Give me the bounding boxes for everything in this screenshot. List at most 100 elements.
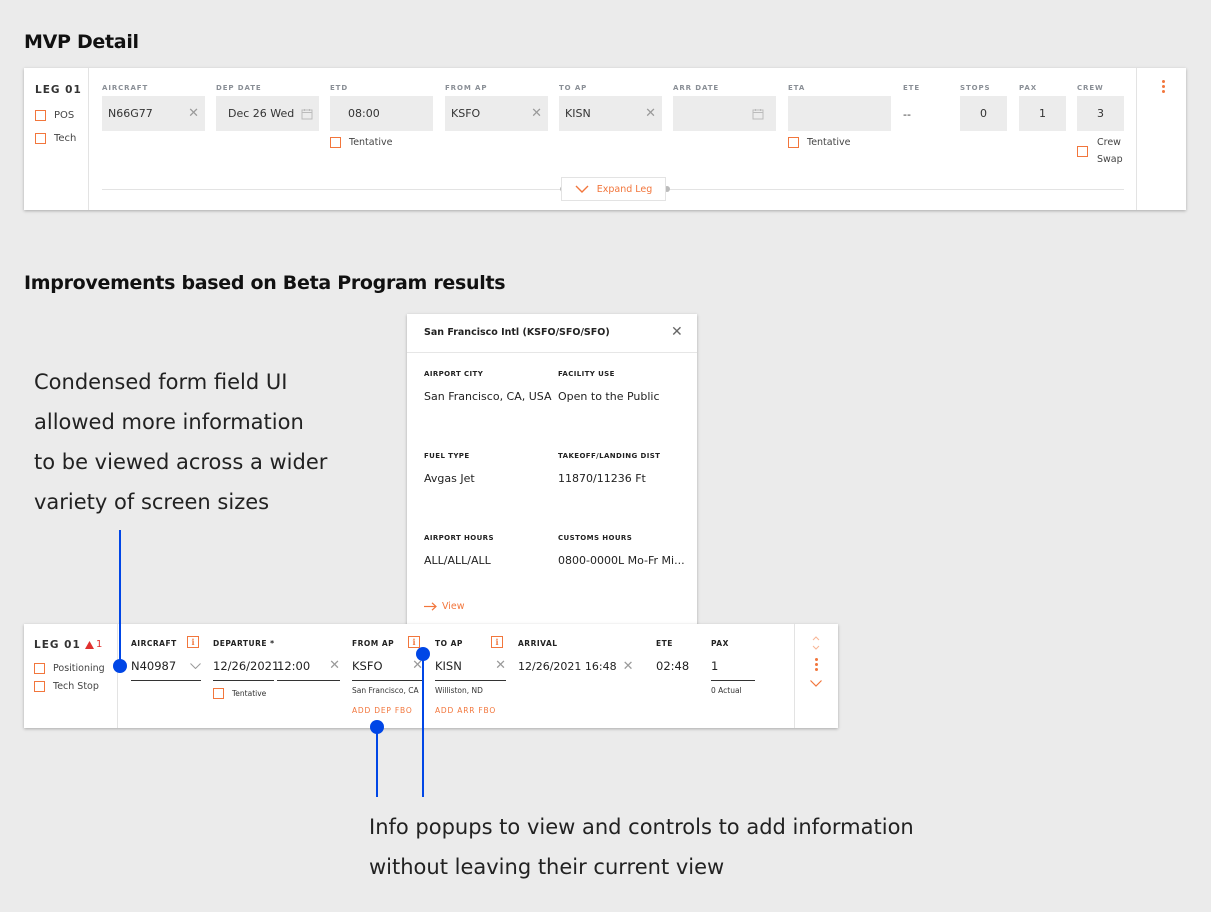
chevron-down-icon[interactable] (810, 680, 822, 687)
arrival-field[interactable]: 12/26/2021 16:48 ✕ (518, 651, 634, 681)
aircraft-info-icon[interactable]: i (187, 636, 199, 648)
popup-divider (407, 352, 697, 353)
clear-to-ap-icon[interactable]: ✕ (645, 106, 656, 121)
etd-label: ETD (330, 84, 349, 92)
from-ap-field[interactable]: KSFO ✕ (352, 651, 423, 681)
close-icon[interactable]: ✕ (671, 324, 683, 340)
etd-value: 08:00 (348, 107, 380, 120)
pax-value: 1 (711, 658, 719, 673)
popup-title: San Francisco Intl (KSFO/SFO/SFO) (424, 327, 610, 338)
to-ap-field[interactable]: KISN ✕ (559, 96, 662, 131)
leg-sidebar: LEG 01 1 Positioning Tech Stop (24, 624, 118, 728)
clear-from-ap-icon[interactable]: ✕ (531, 106, 542, 121)
popup-field-label: AIRPORT HOURS (424, 534, 494, 542)
dep-date-field[interactable]: Dec 26 Wed (216, 96, 319, 131)
dep-tentative-row[interactable]: Tentative (213, 688, 266, 699)
popup-field-value: 11870/11236 Ft (558, 472, 646, 485)
pax-field[interactable]: 1 (1019, 96, 1066, 131)
annotation-pointer-line (119, 530, 121, 666)
popup-field-label: FUEL TYPE (424, 452, 470, 460)
pax-label: PAX (1019, 84, 1038, 92)
clear-to-ap-icon[interactable]: ✕ (495, 658, 506, 673)
to-ap-value: KISN (435, 658, 462, 673)
positioning-checkbox-row[interactable]: Positioning (34, 663, 105, 674)
dep-tentative-checkbox[interactable] (213, 688, 224, 699)
aircraft-field[interactable]: N66G77 ✕ (102, 96, 205, 131)
eta-label: ETA (788, 84, 806, 92)
annotation-pointer-dot (113, 659, 127, 673)
popup-field-value: 0800-0000L Mo-Fr Mi... (558, 554, 685, 567)
aircraft-select[interactable]: N40987 (131, 651, 201, 681)
clear-departure-icon[interactable]: ✕ (329, 658, 340, 673)
warning-count: 1 (96, 639, 103, 650)
annotation-pointer-line (376, 727, 378, 797)
kebab-menu-icon[interactable] (815, 658, 818, 671)
calendar-icon[interactable] (752, 108, 764, 120)
ete-value: 02:48 (656, 659, 690, 673)
popup-field-label: CUSTOMS HOURS (558, 534, 633, 542)
warning-badge[interactable]: 1 (85, 639, 102, 650)
popup-field-value: Avgas Jet (424, 472, 475, 485)
kebab-menu-icon[interactable] (1162, 80, 1165, 93)
tech-checkbox[interactable] (35, 133, 46, 144)
eta-field[interactable] (788, 96, 891, 131)
tech-stop-checkbox-row[interactable]: Tech Stop (34, 681, 99, 692)
eta-tentative-row[interactable]: Tentative (788, 137, 850, 148)
crew-swap-label-2: Swap (1097, 154, 1123, 165)
popup-field-value: ALL/ALL/ALL (424, 554, 491, 567)
annotation-left-line: to be viewed across a wider (34, 450, 328, 474)
etd-tentative-label: Tentative (349, 137, 393, 148)
leg-title: LEG 01 (35, 84, 82, 96)
tech-stop-checkbox[interactable] (34, 681, 45, 692)
tech-checkbox-row[interactable]: Tech (35, 133, 76, 144)
reorder-arrows-icon[interactable] (812, 636, 820, 650)
etd-field[interactable]: 08:00 (330, 96, 433, 131)
departure-label: DEPARTURE * (213, 639, 275, 648)
crew-field[interactable]: 3 (1077, 96, 1124, 131)
mvp-leg-card: LEG 01 POS Tech AIRCRAFT DEP DATE ETD FR… (24, 68, 1186, 210)
tech-label: Tech (54, 133, 77, 144)
popup-view-link[interactable]: View (424, 601, 465, 612)
crew-swap-checkbox[interactable] (1077, 146, 1088, 157)
popup-field-label: FACILITY USE (558, 370, 615, 378)
expand-leg-button[interactable]: Expand Leg (561, 177, 666, 201)
clear-aircraft-icon[interactable]: ✕ (188, 106, 199, 121)
from-ap-info-icon[interactable]: i (408, 636, 420, 648)
section-title-improvements: Improvements based on Beta Program resul… (24, 272, 506, 294)
ete-label: ETE (903, 84, 921, 92)
crew-label: CREW (1077, 84, 1104, 92)
positioning-checkbox[interactable] (34, 663, 45, 674)
clear-arrival-icon[interactable]: ✕ (623, 659, 634, 674)
to-ap-info-icon[interactable]: i (491, 636, 503, 648)
pos-checkbox[interactable] (35, 110, 46, 121)
add-dep-fbo-link[interactable]: ADD DEP FBO (352, 706, 413, 715)
dep-date-label: DEP DATE (216, 84, 262, 92)
aircraft-label: AIRCRAFT (102, 84, 149, 92)
etd-tentative-checkbox[interactable] (330, 137, 341, 148)
popup-field-value: San Francisco, CA, USA (424, 390, 552, 403)
from-ap-field[interactable]: KSFO ✕ (445, 96, 548, 131)
pax-field[interactable]: 1 (711, 651, 755, 681)
stops-label: STOPS (960, 84, 991, 92)
aircraft-value: N66G77 (108, 107, 153, 120)
departure-time-field[interactable]: 12:00 ✕ (277, 651, 340, 681)
arr-date-field[interactable] (673, 96, 776, 131)
etd-tentative-row[interactable]: Tentative (330, 137, 392, 148)
from-ap-label: FROM AP (352, 639, 395, 648)
pos-checkbox-row[interactable]: POS (35, 110, 74, 121)
annotation-pointer-line (422, 654, 424, 797)
dep-date-value: 12/26/2021 (213, 658, 280, 673)
calendar-icon[interactable] (301, 108, 313, 120)
stops-field[interactable]: 0 (960, 96, 1007, 131)
aircraft-label: AIRCRAFT (131, 639, 177, 648)
eta-tentative-label: Tentative (807, 137, 851, 148)
to-ap-value: KISN (565, 107, 591, 120)
positioning-label: Positioning (53, 663, 105, 674)
departure-date-field[interactable]: 12/26/2021 (213, 651, 279, 681)
airport-info-popup: San Francisco Intl (KSFO/SFO/SFO) ✕ AIRP… (407, 314, 697, 627)
stops-value: 0 (980, 107, 987, 120)
eta-tentative-checkbox[interactable] (788, 137, 799, 148)
aircraft-value: N40987 (131, 658, 177, 673)
add-arr-fbo-link[interactable]: ADD ARR FBO (435, 706, 496, 715)
to-ap-field[interactable]: KISN ✕ (435, 651, 506, 681)
